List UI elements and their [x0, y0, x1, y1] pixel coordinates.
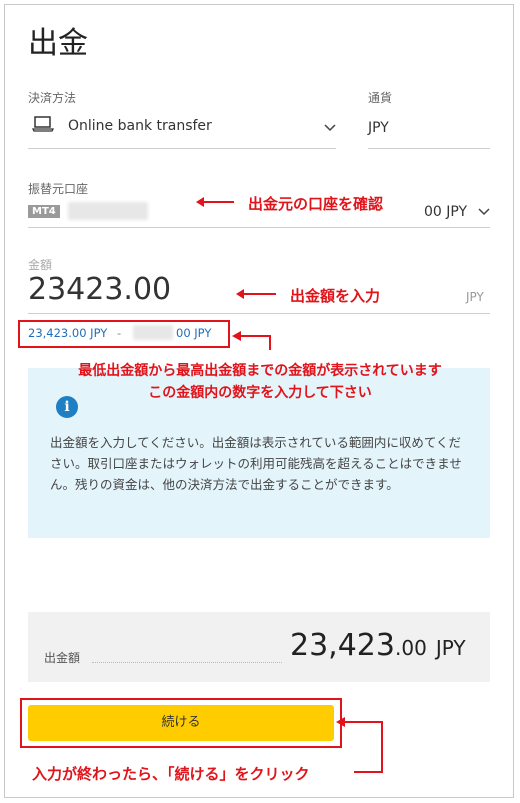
- currency-field[interactable]: JPY: [368, 112, 490, 150]
- source-account-label: 振替元口座: [28, 182, 89, 196]
- connector-arrow: [232, 331, 271, 350]
- payment-method-select[interactable]: Online bank transfer: [28, 112, 336, 150]
- summary-amount: 23,423.00 JPY: [290, 628, 466, 663]
- info-icon: i: [56, 396, 78, 418]
- payment-method-value: Online bank transfer: [68, 118, 212, 134]
- amount-value: 23423.00: [28, 272, 172, 307]
- summary-label: 出金額: [44, 651, 81, 665]
- annotation-range-line2: この金額内の数字を入力して下さい: [148, 385, 372, 401]
- amount-unit: JPY: [466, 290, 484, 304]
- currency-value: JPY: [368, 120, 389, 136]
- currency-label: 通貨: [368, 91, 393, 105]
- range-separator: -: [116, 326, 122, 340]
- amount-range: 23,423.00 JPY -: [28, 326, 121, 340]
- annotation-enter-amount: 出金額を入力: [290, 287, 381, 305]
- connector-arrow: [336, 717, 383, 773]
- laptop-icon: [32, 116, 54, 132]
- account-number-redacted: [68, 202, 148, 220]
- page-title: 出金: [28, 26, 88, 61]
- info-text: 出金額を入力してください。出金額は表示されている範囲内に収めてください。取引口座…: [50, 435, 462, 492]
- annotation-range-note: 最低出金額から最高出金額までの金額が表示されています この金額内の数字を入力して…: [30, 360, 490, 404]
- summary-leader-dots: [92, 662, 282, 663]
- arrow-left-icon: [196, 197, 234, 207]
- range-min: 23,423.00 JPY: [28, 326, 108, 340]
- range-max-redacted: [133, 325, 173, 340]
- summary-amount-main: 23,423: [290, 628, 395, 663]
- summary-amount-decimal: .00: [394, 636, 427, 660]
- mt4-badge: MT4: [28, 205, 60, 218]
- annotation-confirm-account: 出金元の口座を確認: [248, 195, 384, 213]
- source-account-balance: 00 JPY: [424, 204, 468, 220]
- annotation-continue: 入力が終わったら、「続ける」をクリック: [32, 765, 310, 783]
- continue-button[interactable]: 続ける: [28, 705, 334, 741]
- annotation-range-line1: 最低出金額から最高出金額までの金額が表示されています: [78, 363, 442, 379]
- arrow-left-icon: [236, 289, 276, 299]
- summary-currency: JPY: [435, 636, 466, 660]
- chevron-down-icon: [478, 208, 490, 216]
- range-max: 00 JPY: [176, 326, 212, 340]
- chevron-down-icon: [324, 124, 336, 132]
- payment-method-label: 決済方法: [28, 91, 77, 105]
